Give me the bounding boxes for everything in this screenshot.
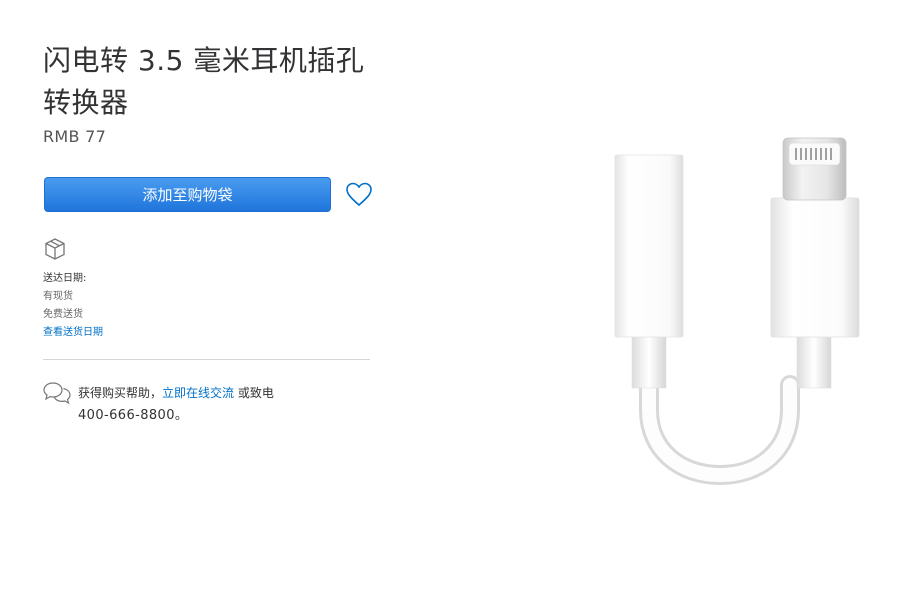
box-icon: [45, 238, 65, 260]
check-delivery-date-link[interactable]: 查看送货日期: [43, 327, 103, 338]
add-to-bag-button[interactable]: 添加至购物袋: [44, 177, 331, 212]
shipping-info: 免费送货: [43, 309, 83, 320]
chat-now-link[interactable]: 立即在线交流: [162, 386, 234, 400]
heart-icon[interactable]: [345, 181, 373, 207]
delivery-info: 送达日期: 有现货 免费送货 查看送货日期: [43, 270, 103, 342]
product-image: [614, 137, 860, 486]
stock-status: 有现货: [43, 291, 73, 302]
phone-number: 400-666-8800。: [78, 408, 189, 423]
help-prefix: 获得购买帮助，: [78, 386, 163, 400]
product-page: 闪电转 3.5 毫米耳机插孔转换器 RMB 77 添加至购物袋 送达日期: 有现…: [0, 0, 907, 599]
delivery-label: 送达日期:: [43, 273, 87, 284]
chat-bubbles-icon: [43, 382, 71, 405]
product-title: 闪电转 3.5 毫米耳机插孔转换器: [43, 44, 365, 119]
product-price: RMB 77: [43, 127, 107, 146]
help-middle: 或致电: [234, 386, 274, 400]
purchase-help: 获得购买帮助，立即在线交流 或致电 400-666-8800。: [78, 382, 328, 427]
divider: [43, 359, 370, 360]
